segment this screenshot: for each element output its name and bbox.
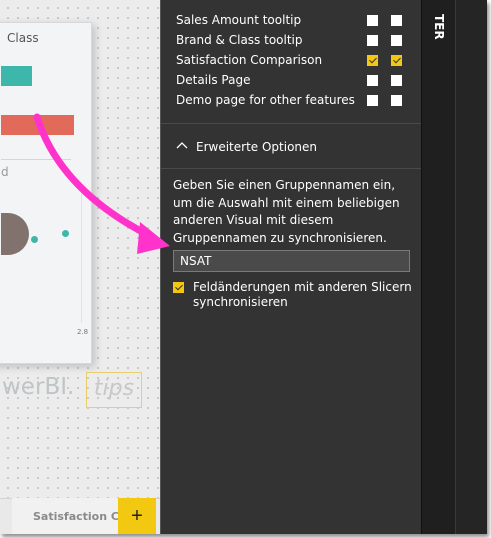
filters-pane-collapsed[interactable]: TER [421,0,487,534]
sync-field-changes-checkbox[interactable] [173,282,184,293]
app-window: Class d 2.8 werBI. tips Satisfaction Co … [0,0,487,534]
page-name: Brand & Class tooltip [176,33,303,47]
advanced-options-title: Erweiterte Optionen [196,140,318,154]
page-name: Satisfaction Comparison [176,53,323,67]
sync-field-changes-label: Feldänderungen mit anderen Slicern synch… [193,280,412,309]
chart-bar-red[interactable] [1,115,74,135]
plus-icon: + [131,505,143,527]
chart-point[interactable] [31,236,38,243]
visual-divider [1,159,71,160]
group-name-input[interactable] [173,250,410,272]
section-divider [161,168,422,169]
watermark-logo: werBI. [2,374,75,400]
visible-checkbox[interactable] [391,15,402,26]
chart-gridline [81,193,82,323]
filters-pane-label: TER [432,14,446,40]
chevron-up-icon [176,142,188,149]
add-page-button[interactable]: + [118,498,156,534]
page-row: Demo page for other features [161,90,422,110]
chart-point-cluster[interactable] [1,213,29,255]
page-tab-satisfaction[interactable]: Satisfaction Co [12,498,119,534]
page-name: Sales Amount tooltip [176,13,302,27]
page-row: Brand & Class tooltip [161,30,422,50]
page-name: Demo page for other features [176,93,355,107]
visible-checkbox[interactable] [391,95,402,106]
page-row: Satisfaction Comparison [161,50,422,70]
visual-subtitle: d [1,165,9,179]
chart-bar-teal[interactable] [1,66,32,86]
visual-title: Class [7,31,39,45]
visible-checkbox[interactable] [391,75,402,86]
page-row: Details Page [161,70,422,90]
sync-checkbox[interactable] [367,95,378,106]
visible-checkbox[interactable] [391,35,402,46]
sync-checkbox[interactable] [367,35,378,46]
sync-checkbox[interactable] [367,15,378,26]
page-row: Sales Amount tooltip [161,10,422,30]
visual-card[interactable]: Class d 2.8 [0,22,92,364]
watermark-tips-logo: tips [86,372,142,408]
axis-tick-label: 2.8 [77,328,89,336]
sync-checkbox[interactable] [367,75,378,86]
page-tab-label: Satisfaction Co [33,510,119,523]
sync-slicers-pane: Sales Amount tooltip Brand & Class toolt… [160,0,422,534]
sync-checkbox[interactable] [367,55,378,66]
page-name: Details Page [176,73,251,87]
chart-point[interactable] [62,230,69,237]
group-name-description: Geben Sie einen Gruppennamen ein, um die… [173,178,400,245]
advanced-options-header[interactable]: Erweiterte Optionen [161,124,422,168]
report-canvas: Class d 2.8 werBI. tips Satisfaction Co … [0,0,160,534]
strip-divider [455,0,487,534]
visible-checkbox[interactable] [391,55,402,66]
